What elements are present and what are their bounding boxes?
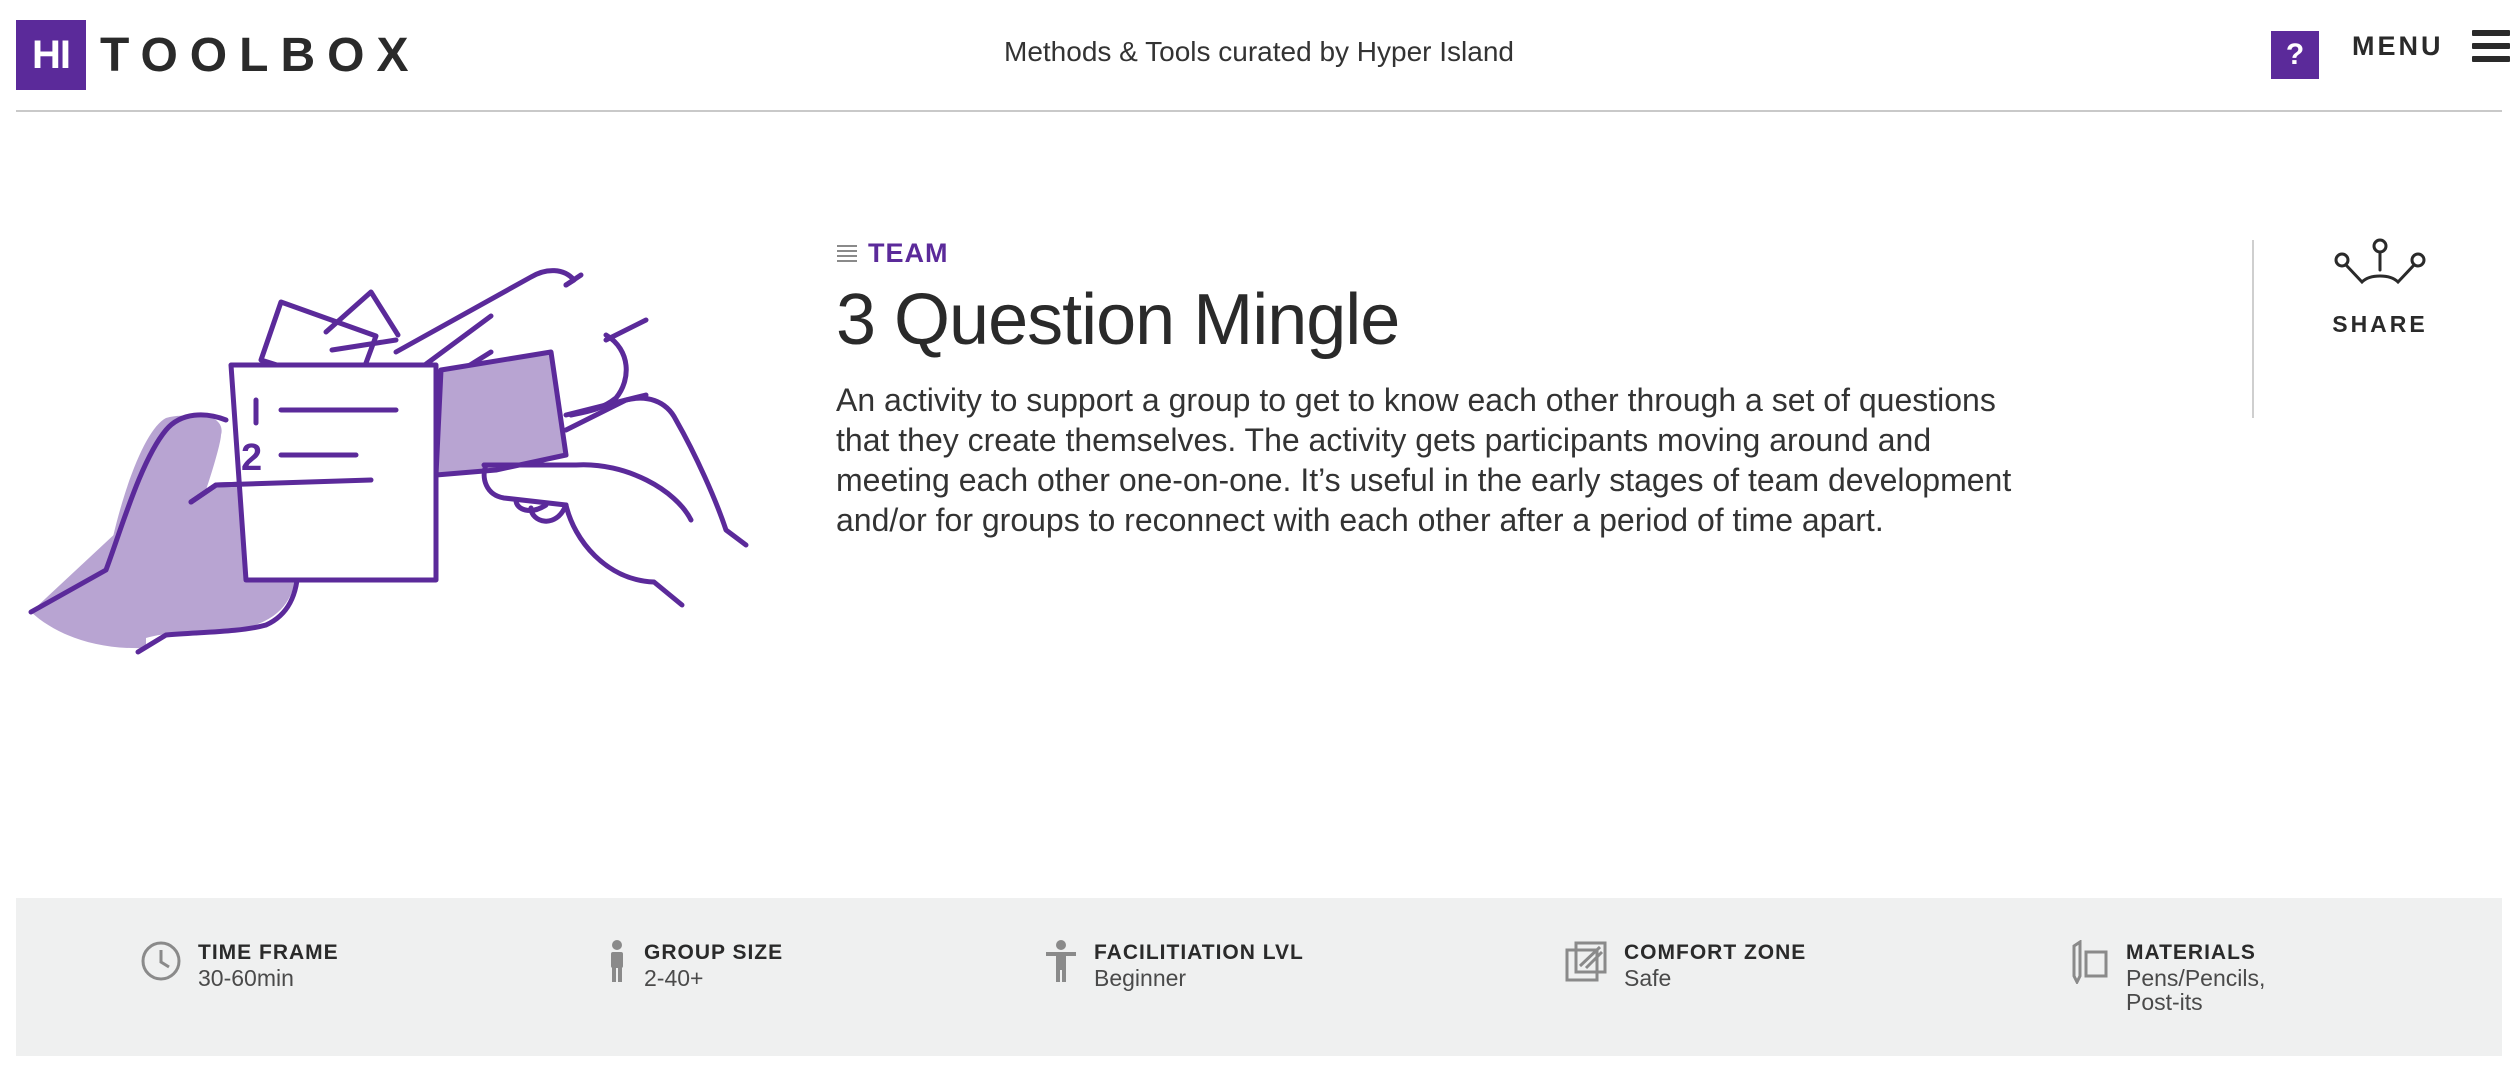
share-button[interactable]: SHARE bbox=[2320, 238, 2440, 338]
info-label: FACILITIATION LVL bbox=[1094, 941, 1304, 964]
vertical-divider bbox=[2252, 240, 2254, 418]
method-illustration: 2 bbox=[28, 268, 749, 655]
person-icon bbox=[611, 940, 623, 982]
info-value: 30-60min bbox=[198, 965, 294, 991]
info-value: Beginner bbox=[1094, 965, 1187, 991]
info-label: COMFORT ZONE bbox=[1624, 941, 1807, 964]
list-icon bbox=[837, 244, 857, 262]
category-tag[interactable]: TEAM bbox=[836, 238, 2016, 269]
method-description: An activity to support a group to get to… bbox=[836, 382, 2012, 539]
hamburger-icon bbox=[2471, 30, 2510, 62]
info-time-frame: TIME FRAME 30-60min bbox=[140, 940, 339, 990]
info-materials: MATERIALS Pens/Pencils, Post-its bbox=[2070, 940, 2296, 1014]
facilitator-icon bbox=[1046, 940, 1076, 982]
method-title: 3 Question Mingle bbox=[836, 280, 1400, 360]
info-label: MATERIALS bbox=[2126, 941, 2256, 964]
method-summary: TEAM 3 Question Mingle An activity to su… bbox=[836, 238, 2016, 540]
info-label: TIME FRAME bbox=[198, 941, 339, 964]
site-header: HI TOOLBOX Methods & Tools curated by Hy… bbox=[16, 0, 2510, 112]
category-label: TEAM bbox=[868, 238, 949, 268]
info-value: Safe bbox=[1624, 965, 1672, 991]
comfort-zone-icon bbox=[1565, 941, 1607, 982]
info-value: 2-40+ bbox=[644, 965, 704, 991]
share-icon bbox=[2334, 238, 2426, 285]
share-label: SHARE bbox=[2332, 311, 2428, 337]
info-comfort-zone: COMFORT ZONE Safe bbox=[1564, 940, 1806, 990]
help-button[interactable]: ? bbox=[2271, 31, 2319, 79]
menu-button[interactable]: MENU bbox=[2352, 30, 2510, 62]
card-number-2: 2 bbox=[241, 437, 262, 479]
info-facilitation-level: FACILITIATION LVL Beginner bbox=[1044, 940, 1304, 990]
method-info-bar: TIME FRAME 30-60min GROUP SIZE 2-40+ FAC… bbox=[16, 898, 2502, 1056]
info-value: Pens/Pencils, Post-its bbox=[2126, 965, 2266, 1015]
clock-icon bbox=[141, 941, 181, 981]
pencil-icon bbox=[2072, 940, 2108, 984]
info-label: GROUP SIZE bbox=[644, 941, 784, 964]
site-tagline: Methods & Tools curated by Hyper Island bbox=[1004, 36, 1514, 67]
info-group-size: GROUP SIZE 2-40+ bbox=[606, 940, 783, 990]
menu-label: MENU bbox=[2352, 30, 2444, 61]
